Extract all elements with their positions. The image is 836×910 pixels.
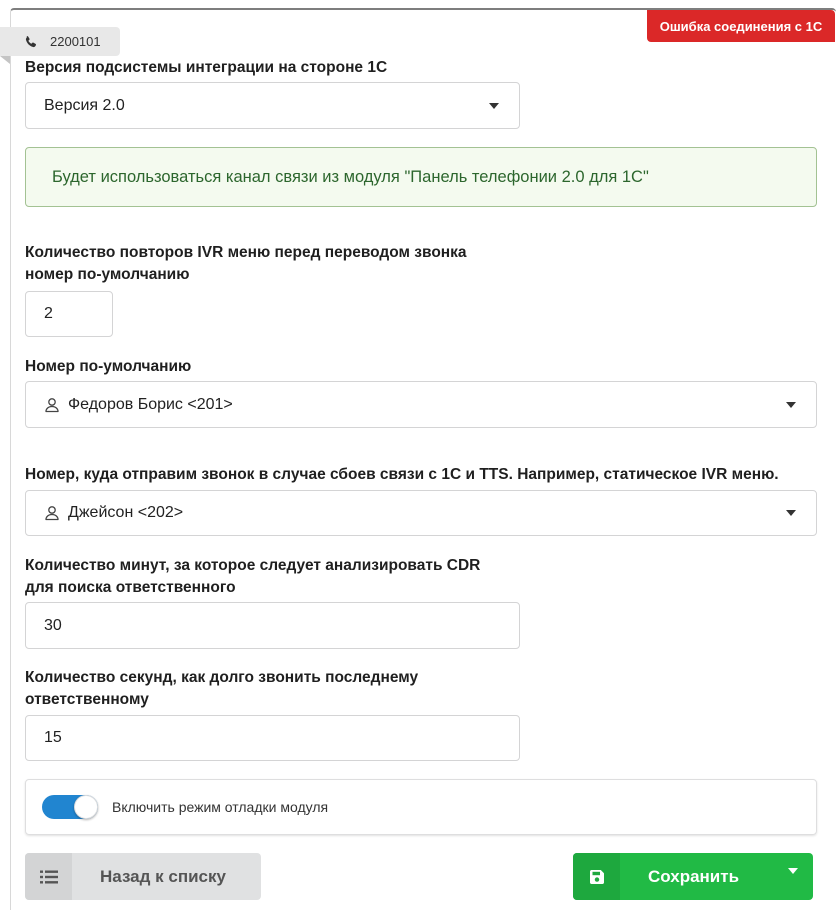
save-button[interactable]: Сохранить [573, 853, 813, 900]
phone-number-tag: 2200101 [0, 27, 120, 56]
save-icon [589, 869, 604, 884]
list-icon [39, 870, 58, 883]
info-message: Будет использоваться канал связи из моду… [25, 147, 817, 207]
cdr-minutes-label: Количество минут, за которое следует ана… [25, 555, 480, 599]
fallback-number-value: Джейсон <202> [68, 504, 184, 521]
ivr-repeats-input[interactable]: 2 [25, 291, 113, 337]
connection-error-badge: Ошибка соединения с 1С [647, 10, 835, 42]
chevron-down-icon [788, 867, 798, 874]
back-to-list-button[interactable]: Назад к списку [25, 853, 261, 900]
back-to-list-label: Назад к списку [100, 866, 226, 886]
info-message-text: Будет использоваться канал связи из моду… [52, 167, 649, 186]
cdr-minutes-label-line1: Количество минут, за которое следует ана… [25, 557, 481, 574]
toggle-knob [74, 795, 98, 819]
dropdown-caret-icon [786, 401, 796, 408]
ring-seconds-value: 15 [44, 729, 62, 746]
fallback-number-select[interactable]: Джейсон <202> [25, 490, 817, 536]
ivr-repeats-label: Количество повторов IVR меню перед перев… [25, 242, 467, 286]
fallback-number-label: Номер, куда отправим звонок в случае сбо… [25, 466, 779, 483]
cdr-minutes-value: 30 [44, 616, 62, 634]
dropdown-caret-icon [489, 102, 499, 109]
phone-icon [25, 35, 36, 47]
integration-version-value: Версия 2.0 [44, 96, 125, 114]
integration-version-select[interactable]: Версия 2.0 [25, 82, 520, 129]
dropdown-caret-icon [786, 510, 796, 516]
cdr-minutes-input[interactable]: 30 [25, 602, 520, 649]
ring-seconds-label-line2: ответственному [25, 691, 149, 708]
tag-fold [0, 56, 10, 64]
ring-seconds-label-line1: Количество секунд, как долго звонить пос… [25, 669, 419, 686]
ivr-repeats-label-line1: Количество повторов IVR меню перед перев… [25, 244, 467, 261]
integration-version-label: Версия подсистемы интеграции на стороне … [25, 59, 388, 76]
ring-seconds-input[interactable]: 15 [25, 715, 520, 761]
user-icon [45, 506, 59, 521]
phone-number: 2200101 [50, 34, 101, 49]
default-number-select[interactable]: Федоров Борис <201> [25, 381, 817, 428]
debug-mode-segment: Включить режим отладки модуля [25, 779, 817, 835]
save-button-label: Сохранить [648, 866, 740, 886]
ivr-repeats-value: 2 [44, 305, 53, 322]
ring-seconds-label: Количество секунд, как долго звонить пос… [25, 667, 418, 711]
save-dropdown-toggle[interactable] [773, 853, 813, 900]
default-number-value: Федоров Борис <201> [68, 395, 233, 413]
list-icon-wrap [25, 853, 72, 900]
user-icon [45, 397, 59, 412]
debug-mode-toggle[interactable] [42, 795, 98, 819]
ivr-repeats-label-line2: номер по-умолчанию [25, 266, 190, 283]
default-number-label: Номер по-умолчанию [25, 358, 192, 375]
cdr-minutes-label-line2: для поиска ответственного [25, 579, 236, 596]
form-container [10, 8, 836, 910]
debug-mode-label[interactable]: Включить режим отладки модуля [112, 799, 328, 815]
save-icon-wrap [573, 853, 620, 900]
